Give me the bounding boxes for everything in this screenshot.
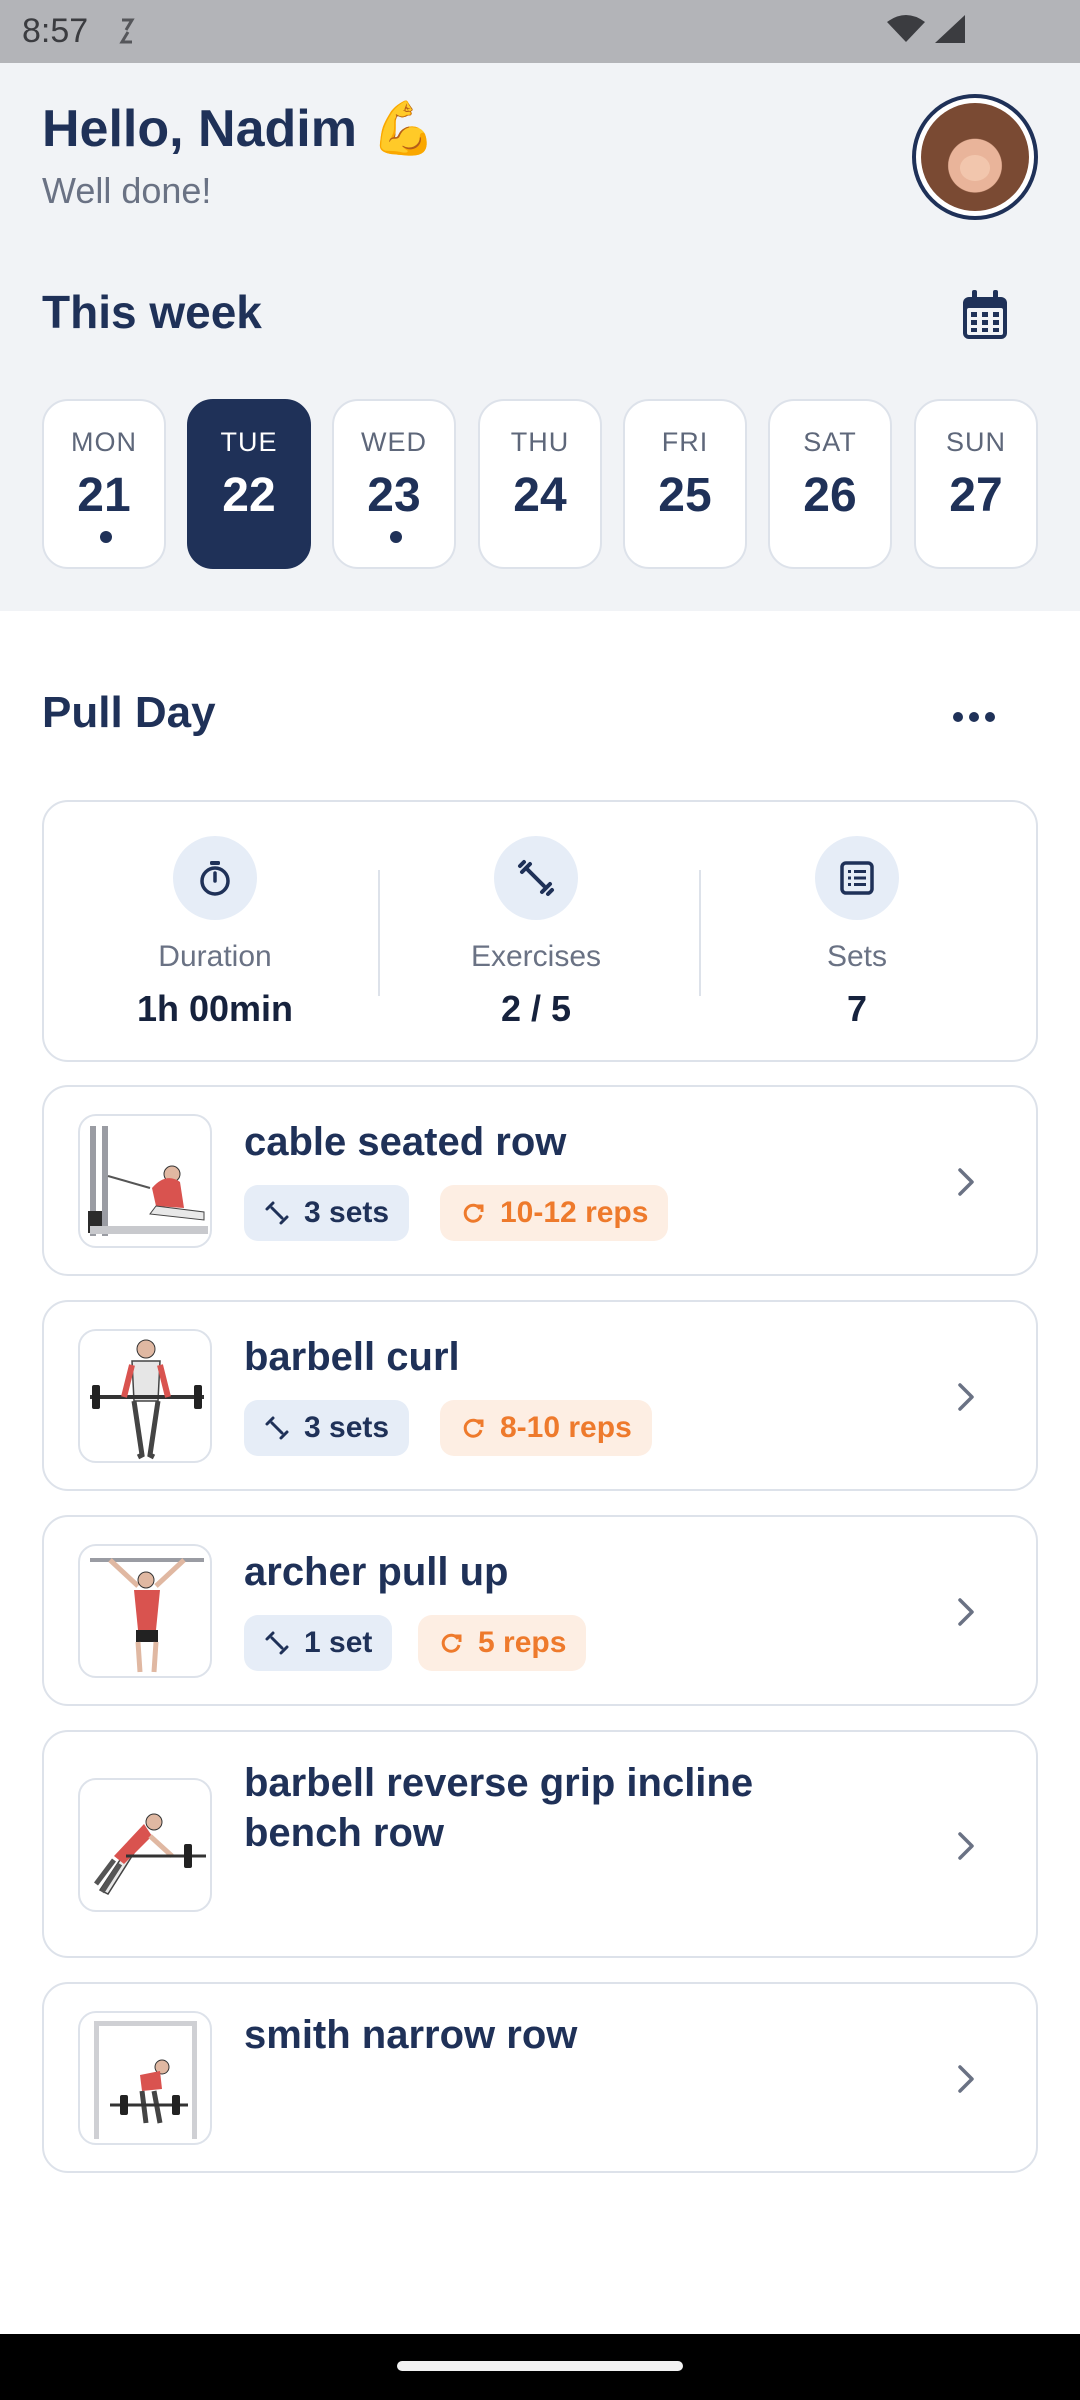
signal-icon <box>935 15 965 43</box>
day-number: 27 <box>949 469 1003 522</box>
reps-chip: 5 reps <box>418 1615 587 1671</box>
sets-label: 3 sets <box>304 1196 390 1229</box>
day-number: 25 <box>658 469 712 522</box>
day-thu[interactable]: THU 24 <box>478 399 602 569</box>
exercise-thumbnail <box>78 1778 212 1912</box>
chevron-right-icon <box>958 2065 974 2093</box>
day-sat[interactable]: SAT 26 <box>768 399 892 569</box>
avatar-photo <box>921 103 1029 211</box>
day-number: 22 <box>222 469 276 522</box>
stat-label: Duration <box>158 940 272 973</box>
sets-chip: 3 sets <box>244 1400 410 1456</box>
workout-summary-card: Duration 1h 00min Exercises 2 / 5 Sets 7 <box>42 800 1038 1062</box>
greeting-subtitle: Well done! <box>42 170 212 211</box>
more-options-button[interactable] <box>944 700 1004 734</box>
exercise-name: barbell curl <box>244 1335 460 1379</box>
exercise-name: barbell reverse grip incline bench row <box>244 1761 754 1855</box>
exercise-thumbnail <box>78 1114 212 1248</box>
greeting-title: Hello, Nadim 💪 <box>42 100 437 158</box>
day-name: MON <box>71 427 137 457</box>
day-name: SAT <box>803 427 857 457</box>
list-icon <box>815 836 899 920</box>
stat-exercises: Exercises 2 / 5 <box>376 802 696 1064</box>
wifi-icon <box>887 15 925 42</box>
sets-chip: 1 set <box>244 1615 393 1671</box>
home-indicator[interactable] <box>397 2361 683 2371</box>
day-name: TUE <box>220 427 278 457</box>
stat-label: Exercises <box>470 940 602 973</box>
stat-label: Sets <box>826 940 888 973</box>
day-number: 21 <box>77 469 131 522</box>
exercise-card-cable-seated-row[interactable]: cable seated row 3 sets 10-12 reps <box>42 1085 1038 1276</box>
stat-value: 2 / 5 <box>500 988 572 1029</box>
day-name: SUN <box>945 427 1006 457</box>
status-time: 8:57 <box>22 12 89 50</box>
workout-dot <box>390 531 402 543</box>
stopwatch-icon <box>173 836 257 920</box>
chevron-right-icon <box>958 1383 974 1411</box>
exercise-card-barbell-curl[interactable]: barbell curl 3 sets 8-10 reps <box>42 1300 1038 1491</box>
stat-sets: Sets 7 <box>697 802 1017 1064</box>
dumbbell-icon <box>494 836 578 920</box>
day-wed[interactable]: WED 23 <box>332 399 456 569</box>
stat-duration: Duration 1h 00min <box>55 802 375 1064</box>
reps-label: 10-12 reps <box>500 1196 649 1229</box>
exercise-name: cable seated row <box>244 1120 567 1164</box>
repeat-icon <box>441 1633 462 1653</box>
reps-chip: 8-10 reps <box>440 1400 652 1456</box>
day-name: FRI <box>661 427 709 457</box>
sets-chip: 3 sets <box>244 1185 410 1241</box>
chevron-right-icon <box>958 1168 974 1196</box>
reps-chip: 10-12 reps <box>440 1185 669 1241</box>
exercise-card-archer-pull-up[interactable]: archer pull up 1 set 5 reps <box>42 1515 1038 1706</box>
day-fri[interactable]: FRI 25 <box>623 399 747 569</box>
exercise-card-barbell-reverse-grip-incline-bench-row[interactable]: barbell reverse grip incline bench row <box>42 1730 1038 1958</box>
day-name: THU <box>510 427 570 457</box>
week-title: This week <box>42 286 262 338</box>
exercise-card-smith-narrow-row[interactable]: smith narrow row <box>42 1982 1038 2173</box>
dumbbell-icon <box>265 1631 289 1655</box>
dumbbell-icon <box>265 1416 289 1440</box>
sync-icon <box>119 18 135 44</box>
exercise-name: smith narrow row <box>244 2013 578 2057</box>
week-day-strip: MON 21 TUE 22 WED 23 THU 24 FRI 25 SAT 2… <box>42 399 1038 569</box>
sets-label: 3 sets <box>304 1411 390 1444</box>
reps-label: 8-10 reps <box>500 1411 632 1444</box>
day-number: 26 <box>803 469 857 522</box>
chevron-right-icon <box>958 1598 974 1626</box>
stat-value: 7 <box>846 988 868 1029</box>
day-mon[interactable]: MON 21 <box>42 399 166 569</box>
workout-title: Pull Day <box>42 688 216 737</box>
day-name: WED <box>361 427 427 457</box>
dumbbell-icon <box>265 1201 289 1225</box>
exercise-thumbnail <box>78 2011 212 2145</box>
reps-label: 5 reps <box>478 1626 567 1659</box>
day-tue[interactable]: TUE 22 <box>187 399 311 569</box>
sets-label: 1 set <box>304 1626 373 1659</box>
more-horizontal-icon <box>953 712 995 722</box>
chevron-right-icon <box>958 1832 974 1860</box>
repeat-icon <box>463 1203 484 1223</box>
stat-value: 1h 00min <box>136 988 294 1029</box>
exercise-thumbnail <box>78 1544 212 1678</box>
exercise-name: archer pull up <box>244 1550 509 1594</box>
day-number: 24 <box>513 469 567 522</box>
calendar-button[interactable] <box>950 282 1020 348</box>
day-sun[interactable]: SUN 27 <box>914 399 1038 569</box>
status-bar: 8:57 <box>0 0 1080 63</box>
calendar-icon <box>963 290 1007 339</box>
avatar[interactable] <box>912 94 1038 220</box>
day-number: 23 <box>367 469 421 522</box>
exercise-thumbnail <box>78 1329 212 1463</box>
repeat-icon <box>463 1418 484 1438</box>
workout-dot <box>100 531 112 543</box>
